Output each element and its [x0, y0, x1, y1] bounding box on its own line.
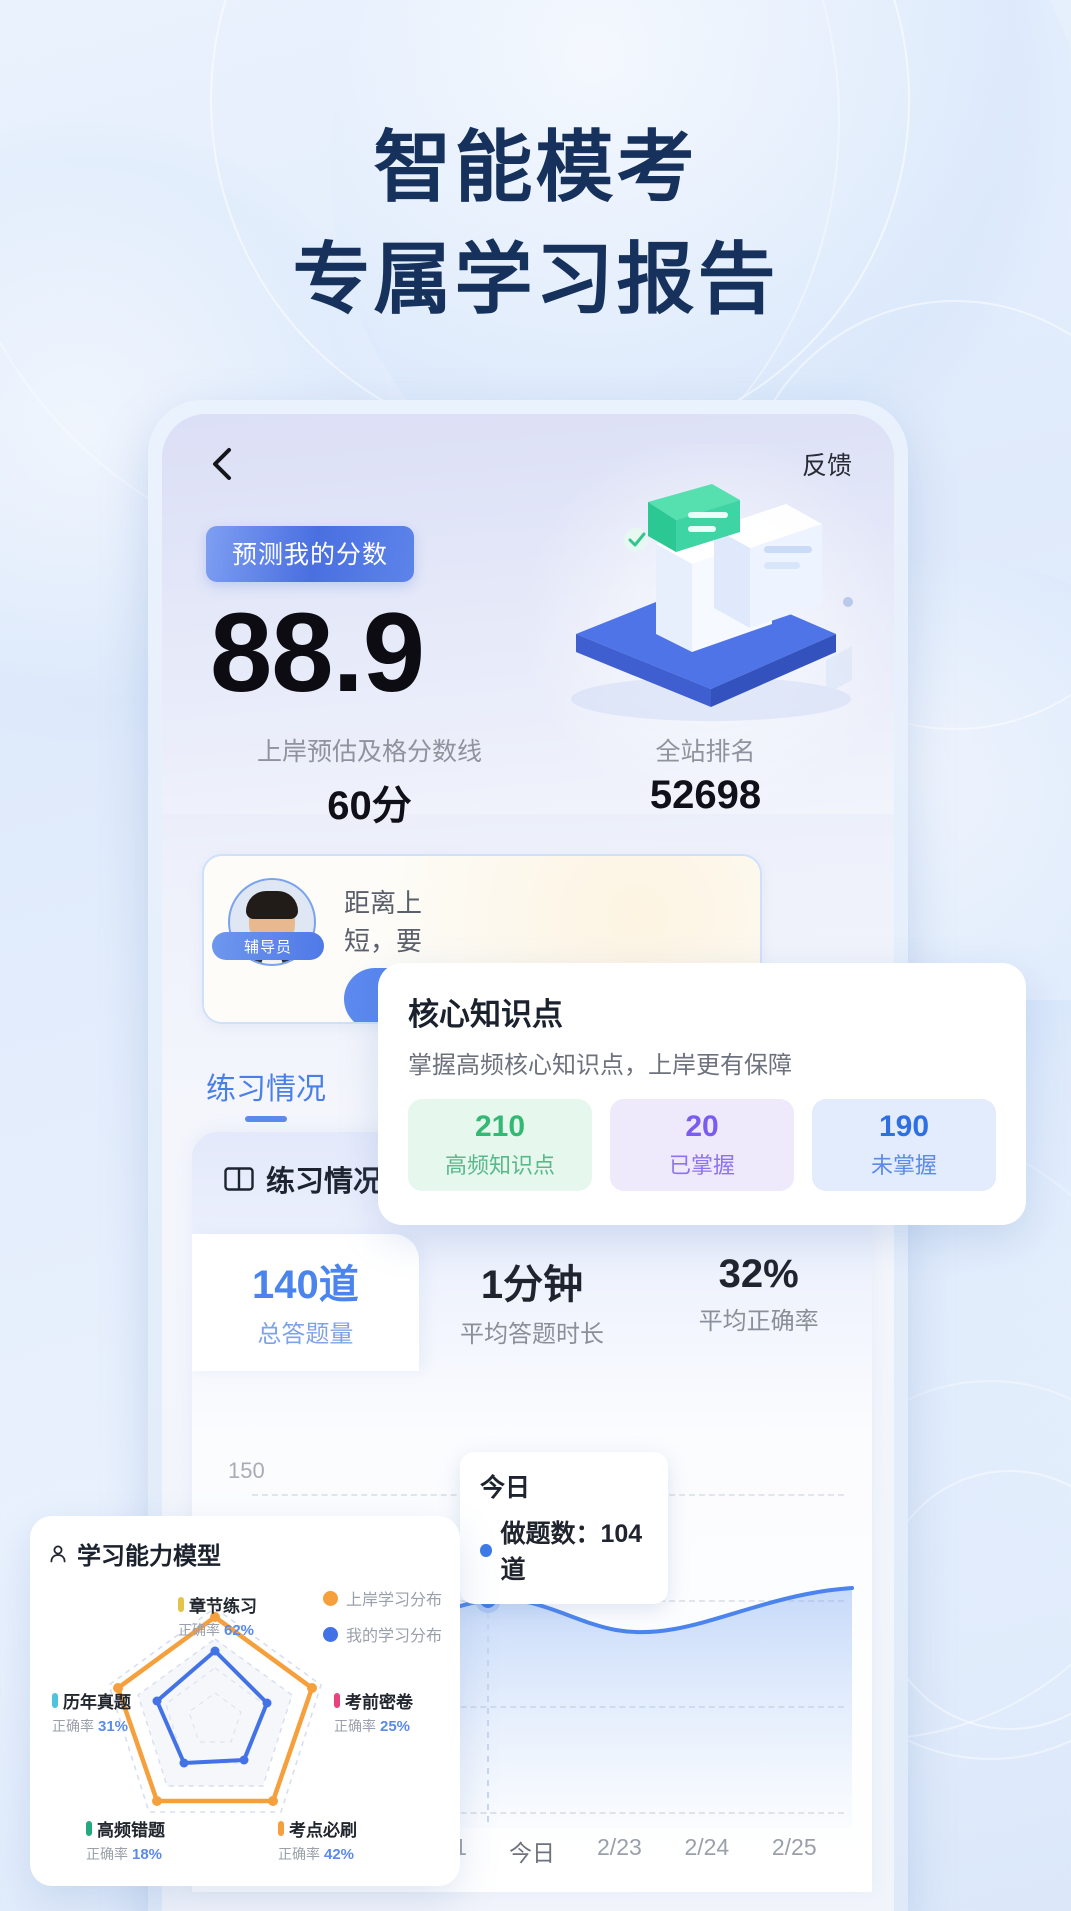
x-tick: 2/23: [597, 1834, 642, 1860]
practice-stat-label: 总答题量: [257, 1321, 354, 1348]
tooltip-title: 今日: [480, 1474, 531, 1502]
practice-stat-total[interactable]: 140道 总答题量: [192, 1234, 419, 1371]
core-knowledge-subtitle: 掌握高频核心知识点，上岸更有保障: [408, 1052, 792, 1079]
practice-stat-label: 平均答题时长: [460, 1321, 604, 1348]
knowledge-box-not-mastered[interactable]: 190 未掌握: [812, 1099, 996, 1191]
feedback-button[interactable]: 反馈: [802, 446, 852, 482]
practice-card-title: 练习情况: [224, 1158, 382, 1200]
stat-value: 52698: [649, 773, 762, 817]
radar-axis-mock-paper: 考前密卷 正确率 25%: [334, 1688, 413, 1736]
learning-ability-title-text: 学习能力模型: [77, 1543, 221, 1570]
practice-stat-avg-time[interactable]: 1分钟 平均答题时长: [419, 1234, 646, 1371]
knowledge-box-label: 已掌握: [668, 1153, 735, 1178]
radar-rate-prefix: 正确率: [52, 1718, 94, 1734]
promo-headline: 智能模考 专属学习报告: [0, 118, 1071, 329]
back-button[interactable]: [204, 447, 238, 481]
radar-axis-must-drill: 考点必刷 正确率 42%: [278, 1816, 357, 1864]
section-tabs: 练习情况: [206, 1064, 326, 1122]
coach-message-line-2: 短，要: [344, 926, 423, 957]
radar-axis-label: 考前密卷: [345, 1693, 413, 1712]
tooltip-series-dot: [480, 1543, 492, 1557]
coach-message-line-1: 距离上: [344, 888, 423, 918]
score-block: 预测我的分数 88.9: [206, 526, 425, 715]
x-tick: 2/24: [684, 1834, 730, 1860]
knowledge-box-value: 20: [685, 1110, 719, 1143]
headline-line-2: 专属学习报告: [292, 235, 779, 324]
radar-rate-prefix: 正确率: [334, 1718, 376, 1734]
coach-message: 距离上 短，要: [344, 884, 744, 961]
radar-axis-chapter-practice: 章节练习 正确率 62%: [178, 1592, 257, 1640]
app-navbar: 反馈: [162, 434, 894, 494]
practice-stat-accuracy[interactable]: 32% 平均正确率: [645, 1234, 872, 1371]
stat-site-rank: 全站排名 52698: [547, 732, 864, 831]
radar-rate-prefix: 正确率: [278, 1846, 320, 1862]
radar-axis-label: 章节练习: [189, 1597, 257, 1616]
x-tick-today: 今日: [508, 1840, 555, 1866]
radar-axis-value: 62%: [224, 1622, 255, 1639]
coach-role-tag: 辅导员: [212, 932, 324, 960]
hero-illustration: [536, 484, 866, 744]
core-knowledge-title: 核心知识点: [408, 997, 563, 1032]
chart-tooltip: 今日 做题数：104道: [460, 1452, 668, 1604]
practice-stat-label: 平均正确率: [698, 1308, 819, 1335]
practice-stat-value: 140道: [251, 1263, 359, 1307]
tab-practice-situation[interactable]: 练习情况: [206, 1064, 326, 1108]
practice-card-title-text: 练习情况: [266, 1166, 383, 1198]
knowledge-box-mastered[interactable]: 20 已掌握: [610, 1099, 794, 1191]
knowledge-box-label: 高频知识点: [444, 1153, 555, 1178]
radar-axis-value: 42%: [324, 1846, 355, 1863]
predicted-score-value: 88.9: [210, 590, 425, 715]
score-stats-row: 上岸预估及格分数线 60分 全站排名 52698: [162, 732, 894, 831]
radar-rate-prefix: 正确率: [178, 1622, 220, 1638]
radar-axis-value: 25%: [380, 1718, 411, 1735]
radar-axis-label: 考点必刷: [289, 1821, 357, 1840]
practice-stat-value: 1分钟: [480, 1263, 584, 1307]
radar-rate-prefix: 正确率: [86, 1846, 128, 1862]
stat-label: 上岸预估及格分数线: [257, 738, 483, 766]
tooltip-value: 做题数：104道: [500, 1520, 643, 1584]
practice-stat-value: 32%: [718, 1252, 799, 1296]
core-knowledge-card[interactable]: 核心知识点 掌握高频核心知识点，上岸更有保障 210 高频知识点 20 已掌握 …: [378, 963, 1026, 1225]
practice-stats-row: 140道 总答题量 1分钟 平均答题时长 32% 平均正确率: [192, 1234, 872, 1371]
knowledge-box-value: 210: [474, 1110, 526, 1143]
stat-label: 全站排名: [655, 738, 756, 766]
stat-passing-line: 上岸预估及格分数线 60分: [192, 732, 547, 831]
radar-axis-past-papers: 历年真题 正确率 31%: [52, 1688, 131, 1736]
learning-ability-card[interactable]: 学习能力模型 上岸学习分布 我的学习分布 章节练习 正确率 62% 考前密卷 正…: [30, 1516, 460, 1886]
tooltip-row: 做题数：104道: [480, 1514, 648, 1586]
core-knowledge-boxes: 210 高频知识点 20 已掌握 190 未掌握: [408, 1099, 996, 1191]
tab-underline: [245, 1116, 287, 1122]
stat-value: 60分: [327, 784, 412, 828]
book-icon: [224, 1167, 254, 1191]
radar-axis-value: 18%: [132, 1846, 163, 1863]
headline-line-1: 智能模考: [373, 123, 698, 211]
person-icon: [50, 1545, 66, 1562]
radar-axis-value: 31%: [98, 1718, 129, 1735]
predicted-score-badge: 预测我的分数: [206, 526, 415, 582]
knowledge-box-label: 未掌握: [870, 1153, 937, 1178]
radar-axis-frequent-mistakes: 高频错题 正确率 18%: [86, 1816, 165, 1864]
learning-ability-title: 学习能力模型: [48, 1536, 442, 1571]
radar-axis-label: 历年真题: [63, 1693, 131, 1712]
chevron-left-icon: [213, 448, 231, 480]
x-tick: 2/25: [771, 1834, 817, 1860]
knowledge-box-value: 190: [878, 1110, 930, 1143]
radar-axis-label: 高频错题: [97, 1821, 165, 1840]
knowledge-box-high-frequency[interactable]: 210 高频知识点: [408, 1099, 592, 1191]
